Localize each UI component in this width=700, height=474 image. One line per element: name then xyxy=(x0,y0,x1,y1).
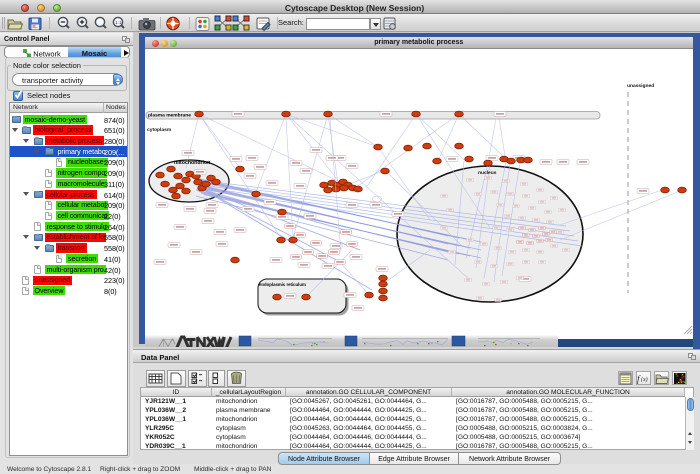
svg-text:plasma membrane: plasma membrane xyxy=(148,113,191,119)
svg-text:nucleus: nucleus xyxy=(478,170,497,176)
svg-text:mitochondrion: mitochondrion xyxy=(174,160,210,166)
svg-text:cytoplasm: cytoplasm xyxy=(147,127,172,133)
svg-text:(x): (x) xyxy=(641,376,648,383)
svg-text:endoplasmic reticulum: endoplasmic reticulum xyxy=(259,282,306,287)
svg-text:1:1: 1:1 xyxy=(115,20,122,25)
svg-text:unassigned: unassigned xyxy=(627,83,654,89)
